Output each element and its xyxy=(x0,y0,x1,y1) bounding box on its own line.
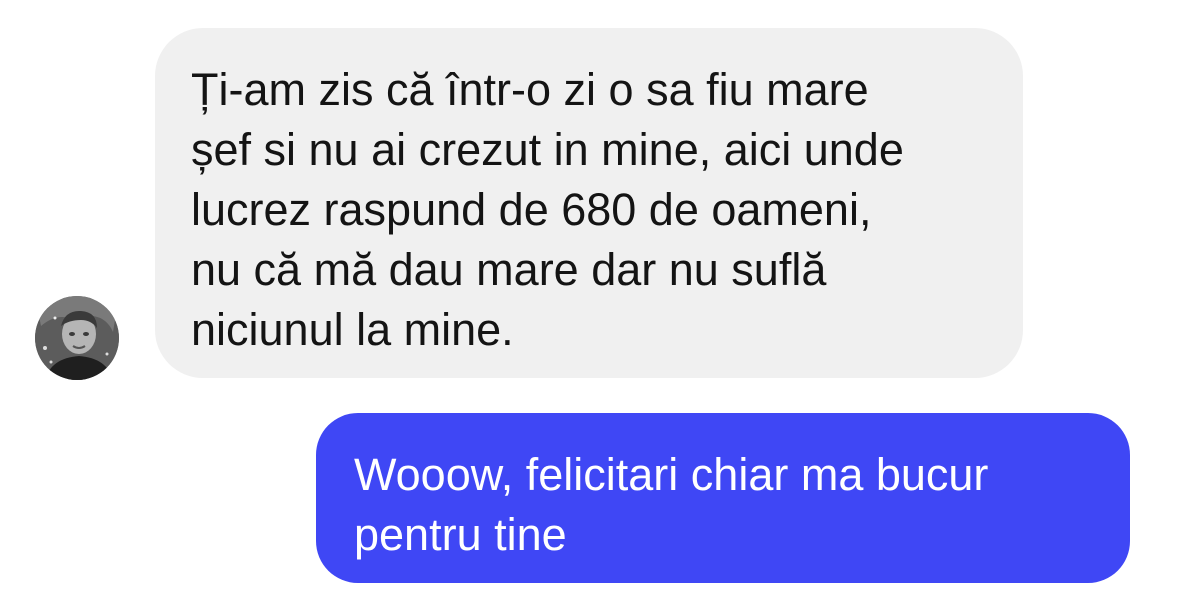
incoming-message-bubble[interactable]: Ți-am zis că într-o zi o sa fiu mare șef… xyxy=(155,28,1023,378)
sender-avatar[interactable] xyxy=(35,296,119,380)
outgoing-message-bubble[interactable]: Wooow, felicitari chiar ma bucur pentru … xyxy=(316,413,1130,583)
chat-thread: Ți-am zis că într-o zi o sa fiu mare șef… xyxy=(0,0,1200,590)
avatar-photo-icon xyxy=(35,296,119,380)
